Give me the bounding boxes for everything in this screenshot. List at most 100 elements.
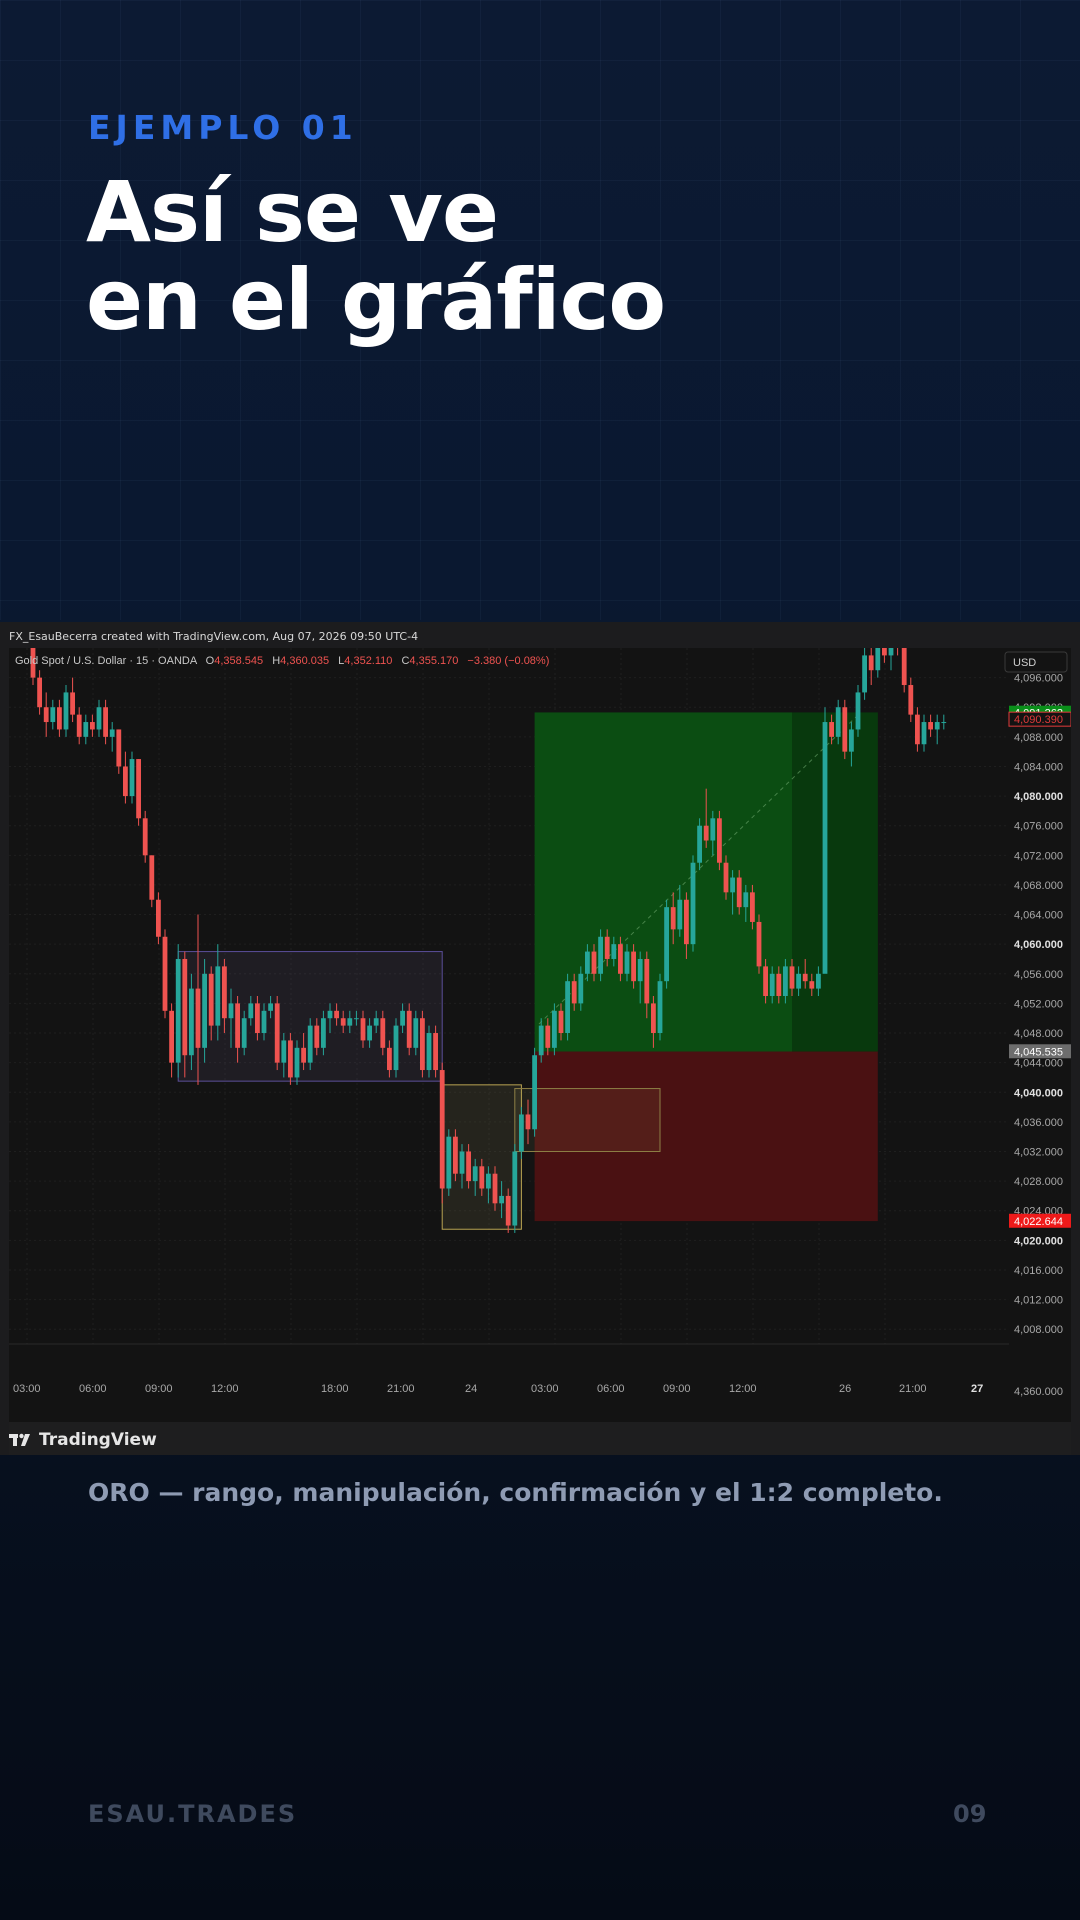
candle-22 [175, 944, 181, 1078]
x-tick-label: 26 [839, 1383, 851, 1395]
candle-body [202, 973, 207, 1048]
candle-body [882, 625, 887, 656]
candle-body [769, 973, 775, 996]
candle-4 [57, 699, 62, 737]
chart-screenshot: FX_EsauBecerra created with TradingView.… [0, 618, 1080, 1455]
y-tick-label: 4,036.000 [1014, 1117, 1063, 1129]
candle-body [829, 722, 834, 737]
candle-body [156, 899, 161, 937]
x-axis-ticks: 03:00 06:00 09:00 12:00 18:00 21:00 24 03:00 06:… [13, 1383, 983, 1395]
candle-133 [908, 677, 914, 723]
candle-body [83, 722, 89, 737]
candle-body [387, 1047, 392, 1071]
candle-19 [156, 892, 161, 945]
candle-59 [420, 1010, 425, 1078]
candle-6 [70, 677, 75, 723]
candle-body [90, 722, 95, 730]
price-label-text: 4,022.644 [1014, 1216, 1063, 1228]
candle-body [941, 722, 947, 724]
candle-body [598, 936, 603, 974]
candle-9 [90, 714, 95, 737]
candle-body [783, 966, 788, 996]
candle-17 [142, 810, 148, 863]
candle-body [281, 1040, 287, 1063]
candle-137 [934, 714, 940, 745]
candle-body [123, 766, 128, 797]
candle-body [142, 818, 148, 856]
candle-body [222, 966, 227, 1019]
candle-body [611, 944, 617, 959]
symbol-name: Gold Spot / U.S. Dollar · 15 · OANDA [15, 655, 198, 667]
candle-130 [888, 625, 894, 671]
candle-body [228, 1003, 234, 1019]
x-tick-label: 09:00 [663, 1383, 691, 1395]
candle-body [149, 855, 155, 900]
candle-body [644, 958, 650, 1004]
candle-body [631, 951, 636, 982]
candle-body [736, 877, 742, 908]
candle-body [63, 692, 69, 730]
candle-body [182, 958, 188, 1056]
x-tick-label: 24 [465, 1383, 477, 1395]
candle-101 [697, 818, 702, 871]
candle-body [532, 1055, 537, 1130]
candle-body [96, 707, 102, 730]
price-label-red: 4,022.644 [1009, 1213, 1071, 1228]
y-tick-label: 4,040.000 [1014, 1087, 1063, 1099]
candle-body [776, 973, 782, 996]
candle-10 [96, 699, 102, 737]
y-tick-label: 4,048.000 [1014, 1028, 1063, 1040]
candle-body [472, 1166, 478, 1182]
y-tick-label: 4,088.000 [1014, 732, 1063, 744]
candle-body [750, 892, 755, 922]
candle-126 [862, 648, 867, 700]
candle-body [255, 1003, 260, 1034]
candle-body [571, 981, 577, 1004]
close-value: 4,355.170 [409, 655, 458, 667]
tradingview-logo-icon [9, 1433, 30, 1446]
candle-body [664, 907, 669, 982]
candle-body [321, 1018, 326, 1048]
candle-132 [901, 640, 907, 693]
candle-body [934, 722, 940, 730]
candle-body [915, 714, 920, 745]
candle-57 [406, 1003, 412, 1056]
candle-body [492, 1173, 498, 1204]
candle-body [453, 1136, 458, 1174]
candle-body [565, 981, 570, 1034]
candle-55 [393, 1018, 399, 1078]
candle-135 [921, 714, 927, 752]
candle-body [479, 1166, 485, 1189]
candle-79 [552, 1003, 557, 1056]
x-tick-label: 06:00 [597, 1383, 625, 1395]
candle-body [380, 1018, 386, 1048]
candle-86 [598, 929, 603, 982]
candle-body [552, 1010, 557, 1048]
low-value: 4,352.110 [344, 655, 392, 667]
candle-body [822, 722, 828, 974]
y-tick-label: 4,072.000 [1014, 850, 1063, 862]
lower-pane-tick: 4,360.000 [1014, 1386, 1063, 1398]
candle-13 [116, 729, 122, 774]
candle-14 [123, 751, 128, 804]
candle-62 [439, 1062, 445, 1204]
candle-body [208, 973, 214, 1026]
candle-body [420, 1018, 425, 1071]
candle-body [545, 1025, 551, 1048]
candle-body [241, 1018, 247, 1048]
price-label-text: 4,045.535 [1014, 1046, 1063, 1058]
candle-body [888, 633, 894, 656]
candle-body [862, 655, 867, 693]
candle-81 [565, 973, 570, 1041]
section-kicker: EJEMPLO 01 [88, 108, 358, 147]
close-label: C [401, 655, 409, 667]
candle-3 [50, 699, 56, 730]
y-axis-ticks: 4,096.0004,092.0004,088.0004,084.0004,08… [1014, 673, 1063, 1337]
candle-body [637, 958, 643, 982]
candle-body [50, 707, 56, 723]
candle-body [928, 722, 933, 730]
candle-104 [717, 810, 722, 871]
candle-1 [37, 670, 42, 715]
y-tick-label: 4,052.000 [1014, 998, 1063, 1010]
candle-37 [274, 996, 280, 1071]
